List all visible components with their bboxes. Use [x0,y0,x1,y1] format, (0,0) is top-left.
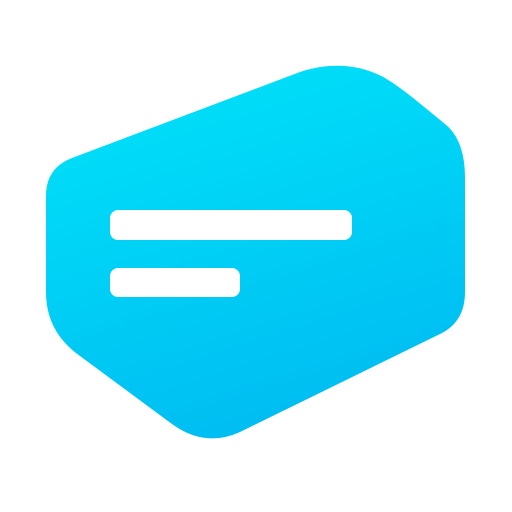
text-line-long [110,210,352,240]
text-line-short [110,268,240,297]
bubble-shape [46,65,465,439]
message-bubble-icon [46,65,465,439]
app-icon-canvas [0,0,512,512]
